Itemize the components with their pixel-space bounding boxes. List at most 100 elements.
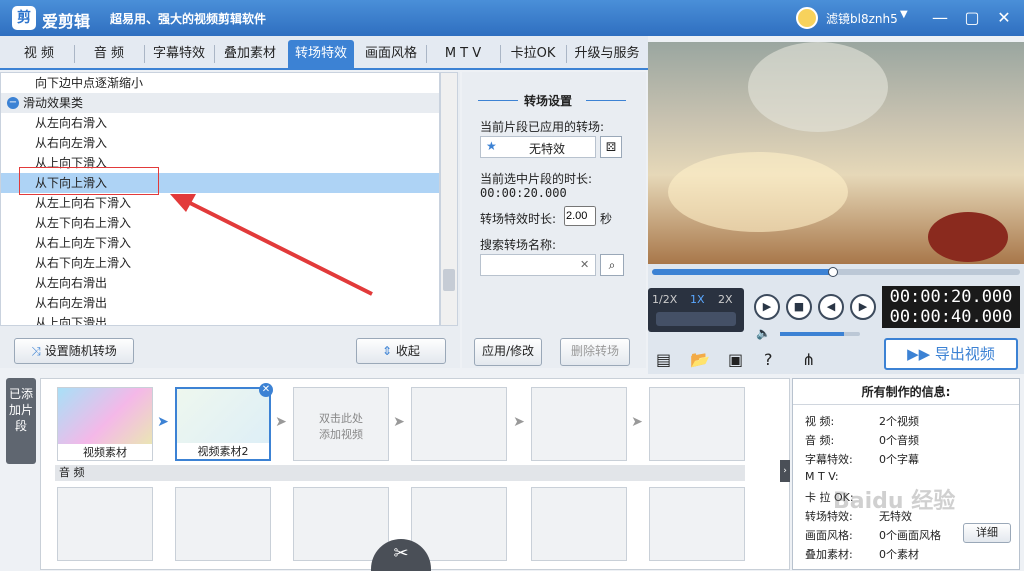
help-icon[interactable]: ?	[764, 350, 773, 369]
tab-audio[interactable]: 音 频	[76, 40, 142, 68]
clear-icon[interactable]: ✕	[580, 258, 589, 271]
user-avatar[interactable]	[796, 7, 818, 29]
info-row: 视 频: 2个视频	[805, 415, 919, 428]
app-logo-icon: 剪	[12, 6, 36, 30]
title-bar: 剪 爱剪辑 超易用、强大的视频剪辑软件 滤镜bl8znh5 ▼ — ▢ ✕	[0, 0, 1024, 36]
apply-button[interactable]: 应用/修改	[474, 338, 542, 366]
duration-label: 当前选中片段的时长:	[480, 172, 593, 186]
info-row: 音 频: 0个音频	[805, 434, 919, 447]
empty-slot[interactable]	[531, 387, 627, 461]
arrow-icon: ➤	[513, 414, 525, 430]
export-button[interactable]: ▶▶ 导出视频	[884, 338, 1018, 370]
random-transition-button[interactable]: ⤨ 设置随机转场	[14, 338, 134, 364]
save-icon[interactable]: ▣	[728, 350, 743, 369]
group-label: 滑动效果类	[23, 96, 84, 110]
tab-transition[interactable]: 转场特效	[288, 40, 354, 68]
info-row: 画面风格: 0个画面风格	[805, 529, 941, 542]
effect-duration-input[interactable]	[564, 206, 596, 226]
new-icon[interactable]: ▤	[656, 350, 671, 369]
maximize-icon[interactable]: ▢	[960, 6, 984, 30]
clip-thumbnail-selected[interactable]: 视频素材2	[175, 387, 271, 461]
arrow-icon: ➤	[275, 414, 287, 430]
share-icon[interactable]: ⋔	[802, 350, 815, 369]
clip-thumbnail[interactable]: 视频素材	[57, 387, 153, 461]
audio-slot[interactable]	[57, 487, 153, 561]
speed-1x[interactable]: 1X	[690, 293, 705, 306]
username[interactable]: 滤镜bl8znh5	[826, 10, 898, 27]
settings-title: 转场设置	[524, 94, 573, 108]
minimize-icon[interactable]: —	[928, 6, 952, 30]
transition-panel: 向下边中点逐渐缩小 − 滑动效果类 从左向右滑入 从右向左滑入 从上向下滑入 从下…	[0, 72, 460, 368]
export-icon: ▶▶	[907, 345, 935, 363]
audio-slot[interactable]	[293, 487, 389, 561]
arrow-icon: ➤	[631, 414, 643, 430]
list-group[interactable]: − 滑动效果类	[1, 93, 439, 113]
speed-2x[interactable]: 2X	[718, 293, 733, 306]
arrow-icon: ➤	[393, 414, 405, 430]
list-item[interactable]: 从上向下滑出	[1, 313, 439, 325]
volume-slider[interactable]	[780, 332, 860, 336]
search-icon[interactable]: ⌕	[600, 254, 624, 276]
player-controls: 1/2X 1X 2X ▶ ■ ◀ ▶ 00:00:20.000 00:00:40…	[648, 264, 1024, 374]
collapse-arrow-icon: ⇕	[382, 344, 396, 358]
tab-style[interactable]: 画面风格	[358, 40, 424, 68]
tab-overlay[interactable]: 叠加素材	[216, 40, 284, 68]
progress-handle[interactable]	[828, 267, 838, 277]
volume-fill	[780, 332, 844, 336]
total-time: 00:00:40.000	[882, 306, 1020, 328]
volume-icon[interactable]: 🔈	[756, 326, 771, 340]
play-icon[interactable]: ▶	[754, 294, 780, 320]
app-slogan: 超易用、强大的视频剪辑软件	[110, 12, 267, 26]
duration-value: 00:00:20.000	[480, 186, 567, 200]
empty-slot[interactable]	[649, 387, 745, 461]
dice-icon[interactable]: ⚄	[600, 136, 622, 158]
audio-slot[interactable]	[531, 487, 627, 561]
info-row: 字幕特效: 0个字幕	[805, 453, 919, 466]
detail-button[interactable]: 详细	[963, 523, 1011, 543]
search-label: 搜索转场名称:	[480, 238, 557, 252]
star-icon: ★	[486, 139, 497, 153]
list-item[interactable]: 从右向左滑入	[1, 133, 439, 153]
tab-upgrade[interactable]: 升级与服务	[568, 40, 646, 68]
chevron-down-icon[interactable]: ▼	[900, 9, 908, 20]
seconds-unit: 秒	[600, 212, 613, 226]
collapse-icon[interactable]: −	[7, 97, 19, 109]
next-frame-icon[interactable]: ▶	[850, 294, 876, 320]
list-item[interactable]: 向下边中点逐渐缩小	[1, 73, 439, 93]
tab-video[interactable]: 视 频	[6, 40, 72, 68]
search-input[interactable]	[480, 254, 596, 276]
watermark: Baidu 经验	[833, 489, 956, 514]
speed-half[interactable]: 1/2X	[652, 293, 677, 306]
info-row: 叠加素材: 0个素材	[805, 548, 919, 561]
audio-slot[interactable]	[411, 487, 507, 561]
video-preview	[648, 42, 1024, 264]
clip-track: 视频素材 ➤ 视频素材2 ✕ 双击此处 添加视频 ➤ ➤ ➤ ➤ 音 频 ✂	[40, 378, 790, 571]
project-info-panel: 所有制作的信息: 视 频: 2个视频 音 频: 0个音频 字幕特效: 0个字幕 …	[792, 378, 1020, 570]
list-item[interactable]: 从左向右滑入	[1, 113, 439, 133]
audio-slot[interactable]	[649, 487, 745, 561]
audio-slot[interactable]	[175, 487, 271, 561]
prev-frame-icon[interactable]: ◀	[818, 294, 844, 320]
expand-icon[interactable]: ›	[780, 460, 790, 482]
delete-transition-button[interactable]: 删除转场	[560, 338, 630, 366]
arrow-icon: ➤	[157, 414, 169, 430]
empty-slot[interactable]	[411, 387, 507, 461]
remove-clip-icon[interactable]: ✕	[259, 383, 273, 397]
speed-panel: 1/2X 1X 2X	[648, 288, 744, 332]
scrollbar[interactable]	[440, 72, 458, 326]
annotation-box	[19, 167, 159, 195]
tab-karaoke[interactable]: 卡拉OK	[502, 40, 564, 68]
tab-mtv[interactable]: M T V	[428, 40, 498, 68]
jog-wheel[interactable]	[656, 312, 736, 326]
current-time: 00:00:20.000	[882, 286, 1020, 308]
close-icon[interactable]: ✕	[992, 6, 1016, 30]
collapse-button[interactable]: ⇕ 收起	[356, 338, 446, 364]
stop-icon[interactable]: ■	[786, 294, 812, 320]
open-folder-icon[interactable]: 📂	[690, 350, 710, 369]
tab-subtitle[interactable]: 字幕特效	[146, 40, 212, 68]
scrollbar-thumb[interactable]	[443, 269, 455, 291]
add-video-slot[interactable]: 双击此处 添加视频	[293, 387, 389, 461]
effect-duration-label: 转场特效时长:	[480, 212, 557, 226]
info-title: 所有制作的信息:	[793, 379, 1019, 405]
app-name: 爱剪辑	[42, 12, 91, 31]
